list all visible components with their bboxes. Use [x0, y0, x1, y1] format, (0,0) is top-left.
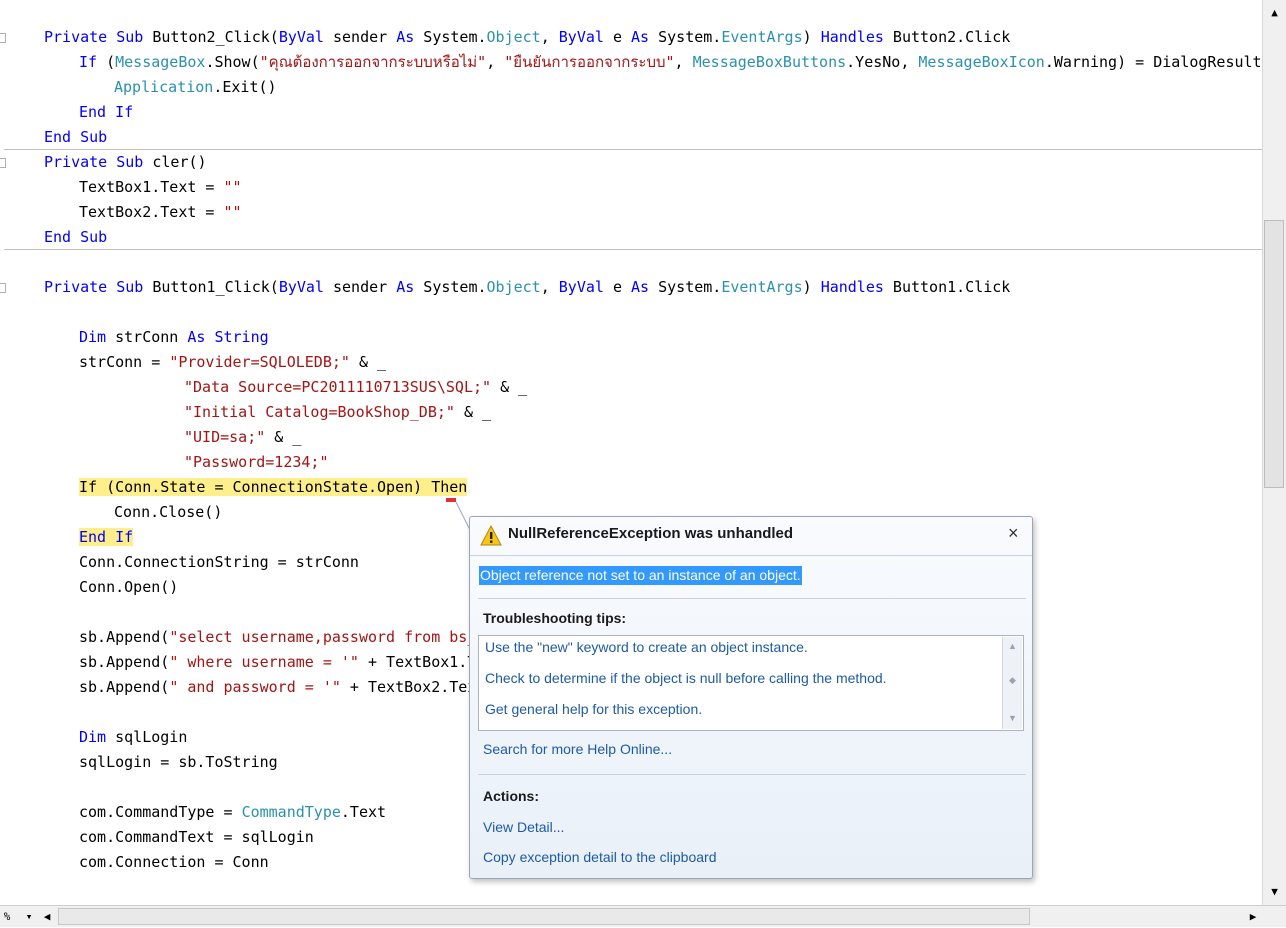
- search-help-link[interactable]: Search for more Help Online...: [483, 741, 672, 757]
- close-icon[interactable]: ×: [1008, 523, 1019, 544]
- view-detail-link[interactable]: View Detail...: [483, 819, 564, 835]
- dropdown-icon[interactable]: ▾: [22, 906, 36, 928]
- tip-link[interactable]: Get general help for this exception.: [485, 701, 702, 717]
- error-squiggle: [446, 498, 456, 502]
- divider: [478, 774, 1026, 775]
- scroll-up-icon[interactable]: ▲: [1263, 2, 1286, 24]
- copy-detail-link[interactable]: Copy exception detail to the clipboard: [483, 849, 716, 865]
- exception-assistant: NullReferenceException was unhandled × O…: [469, 516, 1033, 879]
- scroll-thumb[interactable]: [1264, 220, 1284, 488]
- tips-heading: Troubleshooting tips:: [483, 610, 627, 626]
- warning-icon: [480, 525, 502, 546]
- tips-list: Use the "new" keyword to create an objec…: [478, 635, 1024, 731]
- scroll-up-icon[interactable]: ▲: [1003, 641, 1022, 651]
- divider: [478, 598, 1026, 599]
- actions-heading: Actions:: [483, 788, 539, 804]
- callout-line: [455, 501, 471, 531]
- zoom-label: %: [3, 910, 11, 923]
- scroll-right-icon[interactable]: ▶: [1246, 906, 1260, 928]
- tip-link[interactable]: Check to determine if the object is null…: [485, 670, 887, 686]
- scroll-left-icon[interactable]: ◀: [40, 906, 54, 928]
- scroll-track[interactable]: [58, 908, 1030, 925]
- scroll-thumb-icon[interactable]: ◆: [1003, 675, 1022, 686]
- scroll-down-icon[interactable]: ▼: [1003, 713, 1022, 723]
- tip-link[interactable]: Use the "new" keyword to create an objec…: [485, 639, 808, 655]
- exception-header: NullReferenceException was unhandled ×: [470, 517, 1032, 556]
- exception-title: NullReferenceException was unhandled: [508, 525, 794, 542]
- scroll-down-icon[interactable]: ▼: [1263, 881, 1286, 903]
- vertical-scrollbar[interactable]: ▲ ▼: [1262, 0, 1286, 905]
- tips-scrollbar[interactable]: ▲ ◆ ▼: [1002, 637, 1022, 729]
- horizontal-scrollbar[interactable]: % ▾ ◀ ▶: [0, 905, 1286, 927]
- exception-message[interactable]: Object reference not set to an instance …: [479, 566, 802, 585]
